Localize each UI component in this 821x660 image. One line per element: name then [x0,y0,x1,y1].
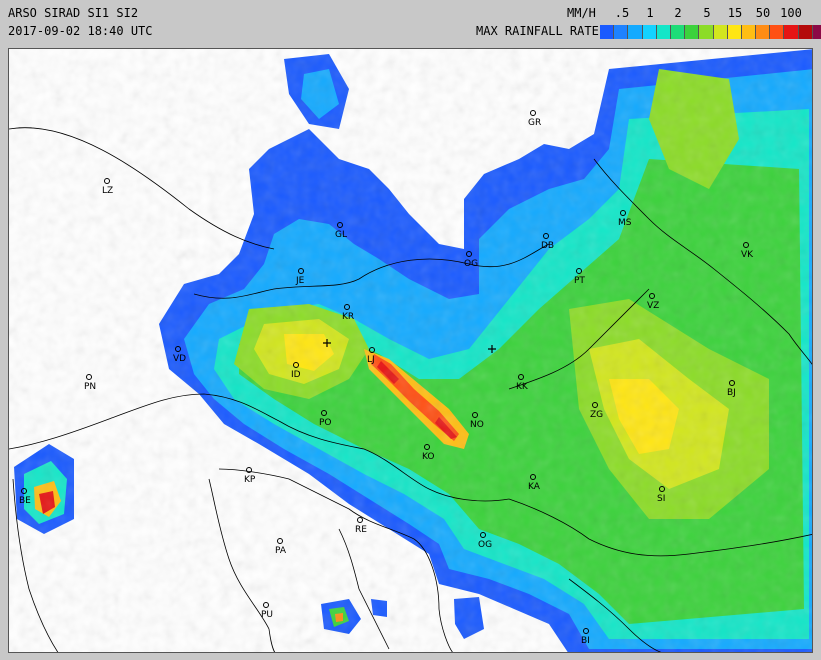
city-label: MS [618,218,632,228]
legend-swatch [670,25,686,39]
scale-label: 2 [674,6,682,20]
city-label: ZG [590,410,603,420]
city-label: PA [275,546,287,556]
city-label: BI [581,636,590,646]
scale-label: 1 [646,6,654,20]
city-label: KR [342,312,354,322]
scale-label: 5 [703,6,711,20]
city-label: OG [478,540,492,550]
legend-swatch [685,25,700,39]
legend-swatch [741,25,757,39]
city-label: PN [84,382,96,392]
city-label: VZ [647,301,659,311]
city-label: JE [295,276,305,286]
legend-title: MAX RAINFALL RATE [476,24,599,38]
legend-swatch [600,25,615,39]
legend-swatch [628,25,643,39]
city-label: GR [528,118,541,128]
legend-swatch [614,25,629,39]
city-label: NO [470,420,484,430]
city-label: ID [291,370,301,380]
legend-swatch [770,25,785,39]
city-label: LZ [102,186,113,196]
legend-swatch [699,25,714,39]
city-label: OG [464,259,478,269]
scale-label: 50 [755,6,771,20]
radar-map-canvas: GR LZ MS OG DB VK GL JE PT KR VZ VD LJ PN ID KK NO BJ ZG PO… [9,49,812,652]
city-label: KA [528,482,541,492]
city-label: VK [741,250,754,260]
product-title: ARSO SIRAD SI1 SI2 [8,6,139,20]
header-bar: ARSO SIRAD SI1 SI2 2017-09-02 18:40 UTC … [0,0,821,44]
legend-swatch [784,25,799,39]
scale-label: 15 [727,6,743,20]
legend-swatch [713,25,728,39]
legend-swatch [756,25,771,39]
city-label: VD [173,354,186,364]
timestamp: 2017-09-02 18:40 UTC [8,24,153,38]
legend-swatch [656,25,671,39]
legend-swatch [812,25,821,39]
scale-label: .5 [614,6,630,20]
city-label: PU [261,610,273,620]
city-label: KO [422,452,435,462]
city-label: KP [244,475,256,485]
city-label: KK [516,382,529,392]
color-legend [600,25,821,39]
city-label: GL [335,230,347,240]
legend-swatch [642,25,657,39]
city-label: LJ [367,355,375,365]
city-label: BJ [727,388,736,398]
city-label: PT [574,276,585,286]
radar-map[interactable]: GR LZ MS OG DB VK GL JE PT KR VZ VD LJ PN ID KK NO BJ ZG PO… [8,48,813,653]
units-label: MM/H [567,6,596,20]
city-label: RE [355,525,367,535]
precipitation-layer [9,49,812,652]
city-label: SI [657,494,665,504]
legend-swatch [727,25,742,39]
city-label: PO [319,418,332,428]
city-label: DB [541,241,554,251]
legend-swatch [798,25,813,39]
city-label: BE [19,496,31,506]
scale-label: 100 [780,6,802,20]
